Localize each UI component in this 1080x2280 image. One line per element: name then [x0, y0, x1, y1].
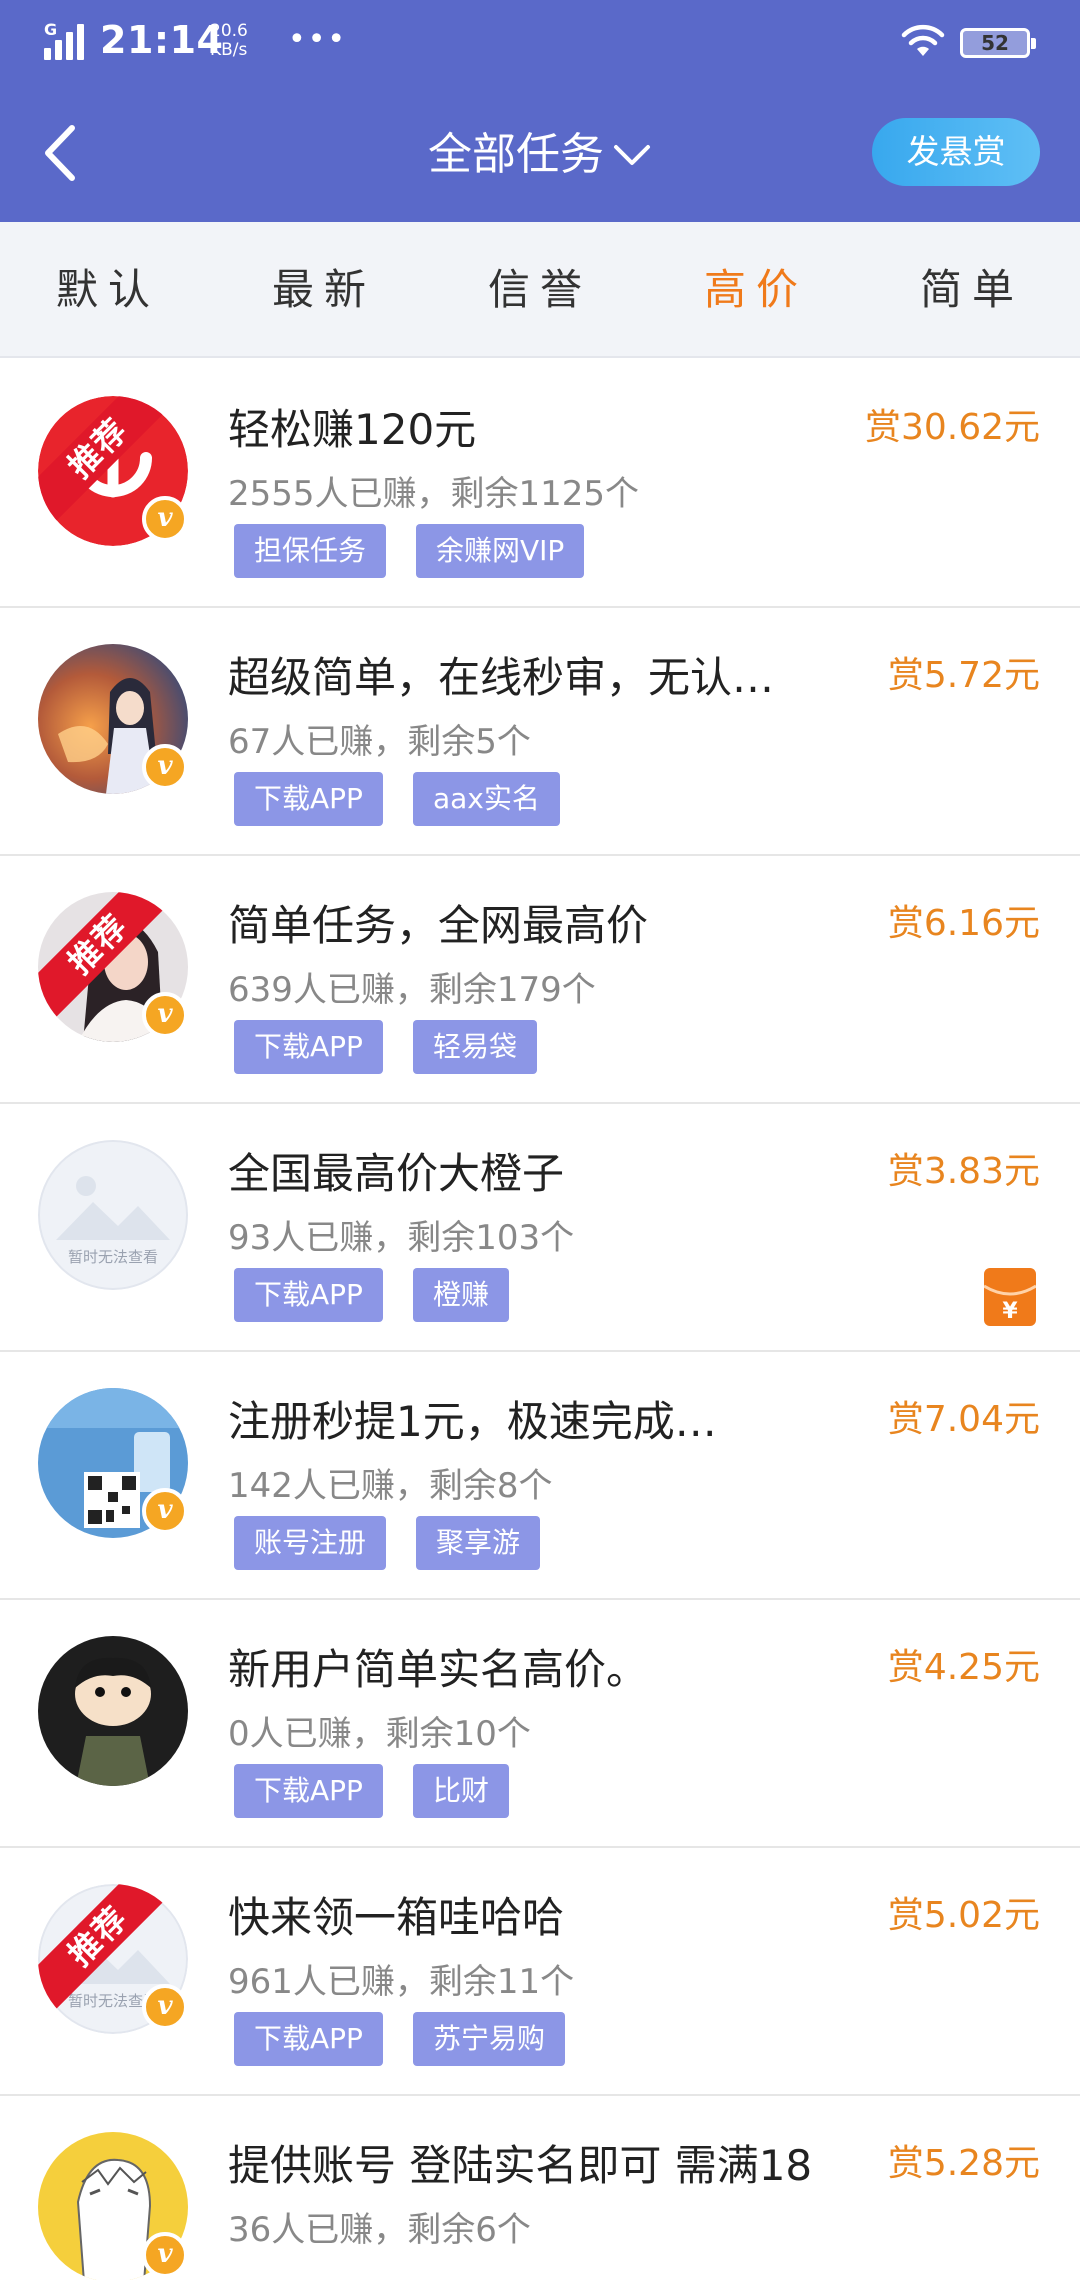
tab-reputation[interactable]: 信誉 [432, 222, 648, 358]
task-tag: 下载APP [234, 1020, 383, 1074]
verified-badge: v [142, 992, 188, 1038]
task-filter-dropdown[interactable]: 全部任务 [340, 124, 740, 186]
task-title: 新用户简单实名高价。 [228, 1645, 649, 1694]
task-card[interactable]: v 超级简单，在线秒审，无认… 67人已赚，剩余5个 下载APP aax实名 赏… [0, 608, 1080, 856]
task-card[interactable]: v 注册秒提1元，极速完成… 142人已赚，剩余8个 账号注册 聚享游 赏7.0… [0, 1352, 1080, 1600]
task-tag: aax实名 [412, 772, 560, 826]
task-tags: 下载APP 比财 [234, 1764, 509, 1818]
task-tag: 账号注册 [234, 1516, 387, 1570]
wifi-icon [901, 24, 945, 56]
network-speed: 20.6 KB/s [210, 21, 248, 60]
task-reward: 赏30.62元 [864, 407, 1040, 448]
status-time: 21:14 [100, 18, 224, 62]
cartoon-boy-avatar-icon [38, 1636, 188, 1786]
task-card[interactable]: 暂时无法查看 推荐 v 快来领一箱哇哈哈 961人已赚，剩余11个 下载APP … [0, 1848, 1080, 2096]
placeholder-image-icon [38, 1140, 188, 1290]
task-reward: 赏6.16元 [887, 903, 1040, 944]
task-avatar [38, 1636, 188, 1786]
task-tag: 轻易袋 [412, 1020, 537, 1074]
task-progress: 93人已赚，剩余103个 [228, 1218, 575, 1258]
task-card[interactable]: 暂时无法查看 全国最高价大橙子 93人已赚，剩余103个 下载APP 橙赚 赏3… [0, 1104, 1080, 1352]
task-tag: 橙赚 [412, 1268, 509, 1322]
verified-badge: v [142, 1984, 188, 2030]
task-tag: 下载APP [234, 2012, 383, 2066]
task-card[interactable]: 新用户简单实名高价。 0人已赚，剩余10个 下载APP 比财 赏4.25元 [0, 1600, 1080, 1848]
red-packet-icon[interactable]: ¥ [984, 1268, 1036, 1326]
avatar-caption: 暂时无法查看 [67, 1248, 158, 1266]
chevron-down-icon [614, 145, 650, 165]
task-progress: 67人已赚，剩余5个 [228, 722, 531, 762]
tab-simple[interactable]: 简单 [864, 222, 1080, 358]
chevron-left-icon [45, 125, 75, 181]
sort-tabs: 默认 最新 信誉 高价 简单 [0, 222, 1080, 358]
top-header: G 21:14 20.6 KB/s ••• 52 全部任务 发悬赏 [0, 0, 1080, 222]
task-card[interactable]: v 提供账号 登陆实名即可 需满18 36人已赚，剩余6个 赏5.28元 [0, 2096, 1080, 2280]
back-button[interactable] [34, 118, 90, 188]
task-progress: 0人已赚，剩余10个 [228, 1714, 531, 1754]
task-progress: 36人已赚，剩余6个 [228, 2210, 531, 2250]
task-tag: 下载APP [234, 772, 383, 826]
task-progress: 2555人已赚，剩余1125个 [228, 474, 640, 514]
task-title: 提供账号 登陆实名即可 需满18 [228, 2141, 813, 2190]
battery-icon: 52 [960, 28, 1036, 58]
task-tag: 余赚网VIP [416, 524, 585, 578]
more-notifications-icon: ••• [288, 22, 348, 57]
task-tags: 下载APP aax实名 [234, 772, 560, 826]
post-reward-button[interactable]: 发悬赏 [872, 118, 1040, 186]
tab-newest[interactable]: 最新 [216, 222, 432, 358]
task-title: 快来领一箱哇哈哈 [228, 1893, 565, 1942]
tab-high-price[interactable]: 高价 [648, 222, 864, 358]
task-tags: 账号注册 聚享游 [234, 1516, 541, 1570]
task-reward: 赏5.02元 [887, 1895, 1040, 1936]
task-progress: 961人已赚，剩余11个 [228, 1962, 575, 2002]
signal-icon: G [44, 20, 94, 60]
task-reward: 赏7.04元 [887, 1399, 1040, 1440]
task-tag: 比财 [412, 1764, 509, 1818]
task-tags: 下载APP 橙赚 [234, 1268, 509, 1322]
task-tags: 下载APP 轻易袋 [234, 1020, 537, 1074]
task-card[interactable]: 推荐 v 简单任务，全网最高价 639人已赚，剩余179个 下载APP 轻易袋 … [0, 856, 1080, 1104]
status-bar: G 21:14 20.6 KB/s ••• 52 [0, 0, 1080, 84]
task-card[interactable]: 推荐 v 轻松赚120元 2555人已赚，剩余1125个 担保任务 余赚网VIP… [0, 360, 1080, 608]
task-tag: 苏宁易购 [412, 2012, 565, 2066]
task-reward: 赏3.83元 [887, 1151, 1040, 1192]
page-title: 全部任务 [428, 129, 604, 180]
task-title: 超级简单，在线秒审，无认… [228, 653, 775, 702]
verified-badge: v [142, 1488, 188, 1534]
svg-text:¥: ¥ [1002, 1299, 1018, 1324]
task-title: 注册秒提1元，极速完成… [228, 1397, 717, 1446]
task-title: 简单任务，全网最高价 [228, 901, 649, 950]
task-progress: 639人已赚，剩余179个 [228, 970, 596, 1010]
task-title: 全国最高价大橙子 [228, 1149, 565, 1198]
task-reward: 赏4.25元 [887, 1647, 1040, 1688]
task-tag: 下载APP [234, 1764, 383, 1818]
task-reward: 赏5.28元 [887, 2143, 1040, 2184]
tab-default[interactable]: 默认 [0, 222, 216, 358]
task-tags: 担保任务 余赚网VIP [234, 524, 585, 578]
verified-badge: v [142, 496, 188, 542]
task-tag: 担保任务 [234, 524, 387, 578]
task-tags: 下载APP 苏宁易购 [234, 2012, 565, 2066]
task-progress: 142人已赚，剩余8个 [228, 1466, 553, 1506]
task-tag: 聚享游 [416, 1516, 541, 1570]
verified-badge: v [142, 744, 188, 790]
task-tag: 下载APP [234, 1268, 383, 1322]
verified-badge: v [142, 2232, 188, 2278]
task-avatar: 暂时无法查看 [38, 1140, 188, 1290]
task-title: 轻松赚120元 [228, 405, 477, 454]
task-reward: 赏5.72元 [887, 655, 1040, 696]
